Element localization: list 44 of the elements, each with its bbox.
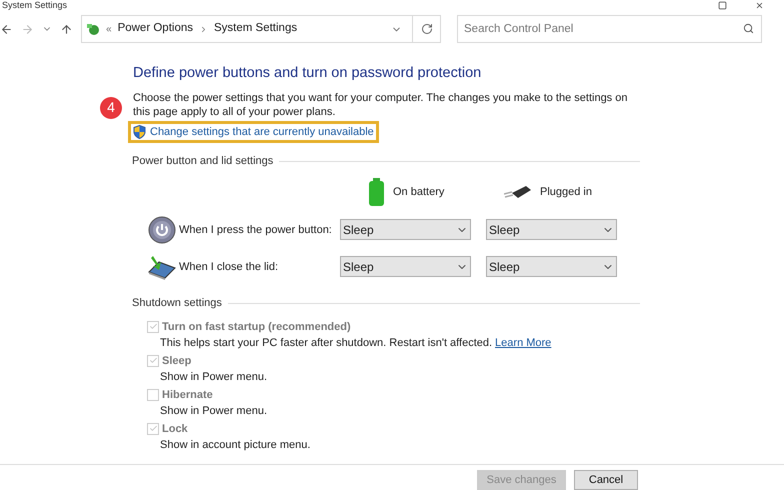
sleep-dropdown[interactable]: Sleep (486, 256, 617, 278)
option-label: Sleep (162, 354, 192, 368)
option-label: Hibernate (162, 388, 213, 402)
section-title: Power button and lid settings (132, 154, 274, 169)
option-description: Show in Power menu. (160, 404, 267, 419)
sleep-dropdown[interactable]: Sleep (486, 219, 617, 240)
option-description: This helps start your PC faster after shutdown. Restart isn't affected. (160, 336, 492, 351)
sleep-dropdown[interactable]: Sleep (340, 256, 471, 278)
option-label: Turn on fast startup (recommended) (162, 320, 351, 334)
overflow-chevron: « (106, 22, 112, 36)
page-heading: Define power buttons and turn on password protection (133, 64, 482, 83)
check-icon (148, 424, 158, 434)
dialog-button[interactable]: Cancel (574, 470, 638, 490)
shield-icon (133, 124, 146, 139)
check-icon (148, 322, 158, 332)
refresh-icon (420, 23, 432, 35)
control-panel-icon (86, 22, 100, 36)
up-icon[interactable] (60, 22, 73, 36)
check-icon (148, 356, 158, 366)
setting-label: When I close the lid: (179, 260, 280, 274)
column-header: On battery (393, 185, 444, 200)
option-description: Show in Power menu. (160, 370, 267, 385)
step-badge: 4 (100, 96, 122, 119)
option-label: Lock (162, 422, 188, 436)
breadcrumb-separator-icon (199, 24, 208, 34)
close-icon[interactable] (755, 1, 764, 10)
description-text: Choose the power settings that you want for your computer. The changes you make to the settings on this page apply to all of your power plans. (133, 90, 628, 119)
breadcrumb[interactable]: System Settings (214, 20, 298, 38)
search-field[interactable]: Search Control Panel (457, 15, 762, 43)
breadcrumb[interactable]: Power Options (118, 20, 193, 38)
setting-label: When I press the power button: (179, 222, 333, 238)
power-plug-icon (504, 185, 532, 200)
column-header: Plugged in (540, 185, 592, 200)
address-bar[interactable]: « Power Options System Settings (81, 15, 441, 43)
sleep-dropdown[interactable]: Sleep (340, 219, 471, 240)
option-description: Show in account picture menu. (160, 438, 310, 453)
window-title: System Settings (2, 0, 68, 10)
power-icon (148, 216, 176, 244)
back-icon[interactable] (0, 22, 13, 36)
section-title: Shutdown settings (132, 296, 222, 312)
search-icon (743, 23, 754, 34)
battery-icon (368, 178, 385, 206)
laptop-icon (147, 254, 177, 280)
maximize-icon[interactable] (718, 1, 727, 10)
